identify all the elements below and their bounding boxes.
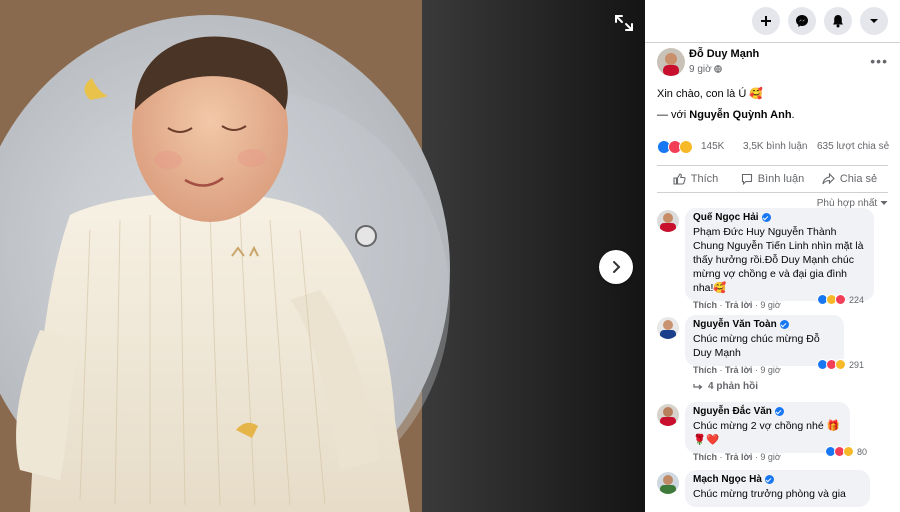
commenter-name[interactable]: Nguyễn Văn Toàn <box>693 319 777 330</box>
share-icon <box>822 173 835 185</box>
love-reaction-icon <box>835 294 846 305</box>
comment-time[interactable]: 9 giờ <box>760 300 780 310</box>
caret-down-icon <box>880 201 888 205</box>
commenter-name-row: Nguyễn Đắc Văn <box>693 406 842 417</box>
commenter-name-row: Quế Ngọc Hải <box>693 212 866 223</box>
bell-icon <box>833 15 843 28</box>
verified-badge-icon <box>774 407 784 416</box>
tag-prefix: — với <box>657 109 690 121</box>
care-reaction-icon <box>679 140 693 154</box>
top-divider <box>645 42 900 43</box>
verified-badge-icon <box>764 475 774 484</box>
like-button[interactable]: Thích <box>657 166 734 192</box>
comment-icon <box>741 173 752 185</box>
comment-reactions[interactable]: 80 <box>825 446 867 457</box>
comment-meta: Thích · Trả lời · 9 giờ <box>693 300 781 310</box>
view-replies-link[interactable]: 4 phản hồi <box>693 381 758 392</box>
chevron-down-icon <box>870 19 878 23</box>
comment-text: Chúc mừng 2 vợ chồng nhé 🎁🌹❤️ <box>693 420 840 446</box>
care-reaction-icon <box>835 359 846 370</box>
verified-badge-icon <box>761 213 771 222</box>
author-name[interactable]: Đỗ Duy Mạnh <box>689 48 759 60</box>
tagged-person-link[interactable]: Nguyễn Quỳnh Anh <box>689 109 791 121</box>
baby-photo <box>0 0 645 512</box>
comment-button[interactable]: Bình luận <box>734 166 811 192</box>
comment-bubble: Mạch Ngọc Hà Chúc mừng trưởng phòng và g… <box>685 470 870 507</box>
care-reaction-icon <box>843 446 854 457</box>
comment-reaction-count: 291 <box>849 359 865 370</box>
comment-text: Phạm Đức Huy Nguyễn Thành Chung Nguyễn T… <box>693 226 864 294</box>
commenter-name-row: Nguyễn Văn Toàn <box>693 319 836 330</box>
reaction-icons[interactable] <box>657 140 693 154</box>
post-header: Đỗ Duy Mạnh 9 giờ ••• <box>645 45 900 81</box>
post-panel: Đỗ Duy Mạnh 9 giờ ••• Xin chào, con là Ú… <box>645 0 900 512</box>
post-caption: Xin chào, con là Ú 🥰 <box>657 88 764 100</box>
messenger-button[interactable] <box>788 7 816 35</box>
comment-reaction-count: 80 <box>857 446 868 457</box>
commenter-name-row: Mạch Ngọc Hà <box>693 474 862 485</box>
comment-reactions[interactable]: 291 <box>817 359 864 370</box>
comment-reply-link[interactable]: Trả lời <box>725 365 752 375</box>
commenter-name[interactable]: Nguyễn Đắc Văn <box>693 406 772 417</box>
commenter-avatar[interactable] <box>657 210 679 232</box>
post-time: 9 giờ <box>689 64 723 75</box>
next-photo-button[interactable] <box>599 250 633 284</box>
post-time-text[interactable]: 9 giờ <box>689 64 712 75</box>
reaction-count[interactable]: 145K <box>701 141 724 152</box>
messenger-icon <box>796 15 808 27</box>
comment-reply-link[interactable]: Trả lời <box>725 300 752 310</box>
create-button[interactable] <box>752 7 780 35</box>
comment-like-link[interactable]: Thích <box>693 300 717 310</box>
post-tagline: — với Nguyễn Quỳnh Anh. <box>645 109 900 121</box>
commenter-avatar[interactable] <box>657 472 679 494</box>
author-avatar[interactable] <box>657 48 685 76</box>
post-stats: 145K 3,5K bình luận 635 lượt chia sẻ <box>645 137 900 159</box>
comment-time[interactable]: 9 giờ <box>760 365 780 375</box>
facebook-photo-viewer: Đỗ Duy Mạnh 9 giờ ••• Xin chào, con là Ú… <box>0 0 900 512</box>
photo-viewer <box>0 0 645 512</box>
chevron-right-icon <box>613 261 621 273</box>
commenter-avatar[interactable] <box>657 404 679 426</box>
thumbs-up-icon <box>673 173 686 185</box>
comment-reactions[interactable]: 224 <box>817 294 864 305</box>
notifications-button[interactable] <box>824 7 852 35</box>
comment-like-link[interactable]: Thích <box>693 452 717 462</box>
comment-label: Bình luận <box>757 173 805 185</box>
commenter-name[interactable]: Quế Ngọc Hải <box>693 212 759 223</box>
tag-suffix: . <box>791 109 795 121</box>
globe-icon <box>714 65 723 73</box>
comment-meta: Thích · Trả lời · 9 giờ <box>693 365 781 375</box>
comment-like-link[interactable]: Thích <box>693 365 717 375</box>
share-label: Chia sẻ <box>839 173 878 185</box>
share-button[interactable]: Chia sẻ <box>811 166 888 192</box>
reply-arrow-icon <box>693 383 703 389</box>
post-options-ellipsis-icon[interactable]: ••• <box>870 53 888 69</box>
like-label: Thích <box>690 173 719 185</box>
action-bar: Thích Bình luận Chia sẻ <box>657 165 888 193</box>
replies-count-label: 4 phản hồi <box>708 381 758 392</box>
commenter-avatar[interactable] <box>657 317 679 339</box>
expand-icon[interactable] <box>612 12 636 34</box>
comment-reply-link[interactable]: Trả lời <box>725 452 752 462</box>
share-count[interactable]: 635 lượt chia sẻ <box>817 141 889 152</box>
comment-time[interactable]: 9 giờ <box>760 452 780 462</box>
comment-text: Chúc mừng trưởng phòng và gia <box>693 488 846 500</box>
comment-text: Chúc mừng chúc mừng Đỗ Duy Mạnh <box>693 333 820 359</box>
comment-reaction-count: 224 <box>849 294 865 305</box>
plus-icon <box>761 16 771 26</box>
comment-meta: Thích · Trả lời · 9 giờ <box>693 452 781 462</box>
account-menu-button[interactable] <box>860 7 888 35</box>
commenter-name[interactable]: Mạch Ngọc Hà <box>693 474 762 485</box>
comment-bubble: Quế Ngọc Hải Phạm Đức Huy Nguyễn Thành C… <box>685 208 874 301</box>
verified-badge-icon <box>779 320 789 329</box>
comment-count[interactable]: 3,5K bình luận <box>743 141 808 152</box>
top-bar <box>645 0 900 42</box>
